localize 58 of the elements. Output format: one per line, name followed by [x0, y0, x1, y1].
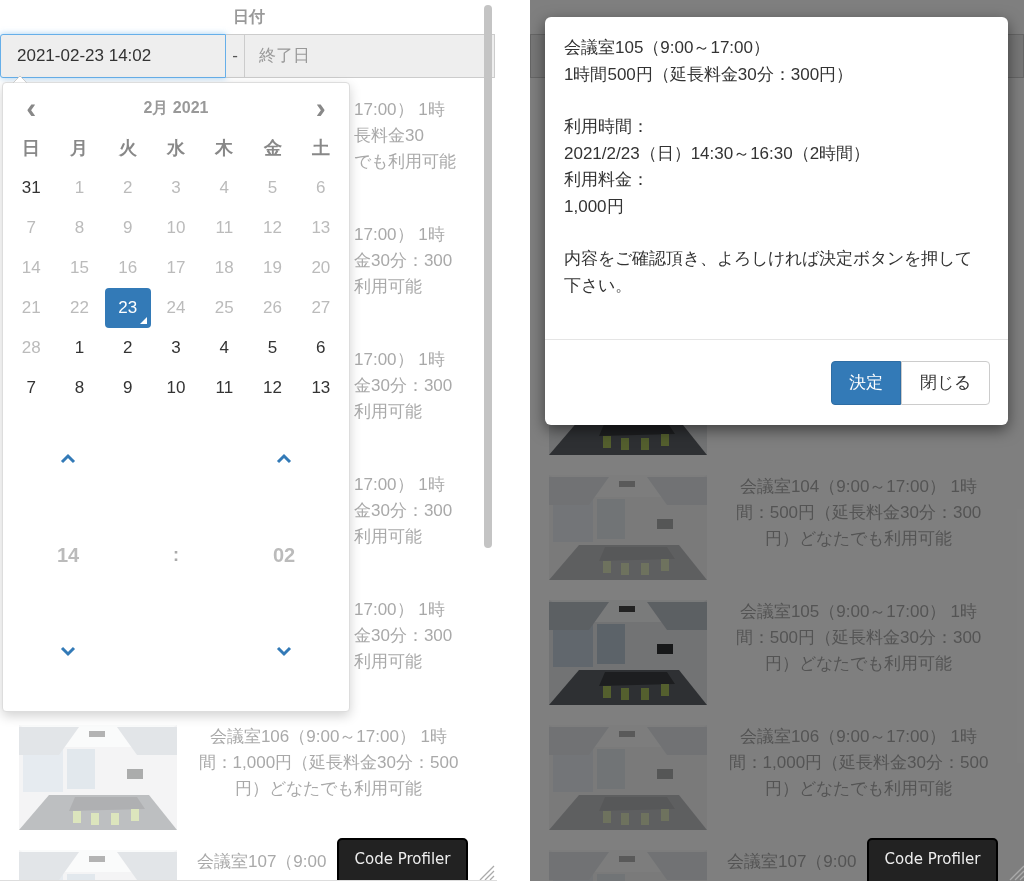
calendar-day[interactable]: 3	[151, 328, 201, 368]
dialog-text: 2021/2/23（日）14:30～16:30（2時間）	[564, 142, 871, 165]
confirm-button[interactable]: 決定	[831, 361, 901, 405]
end-date-field[interactable]: 終了日	[244, 34, 495, 78]
dialog-text: 内容をご確認頂き、よろしければ決定ボタンを押して下さい。	[564, 248, 973, 297]
dialog-text: 1,000円	[564, 195, 624, 218]
calendar-day[interactable]: 12	[248, 368, 297, 408]
dialog-text: 利用料金：	[564, 169, 649, 191]
weekday-label: 金	[263, 136, 282, 160]
chevron-up-icon[interactable]	[60, 453, 76, 465]
time-separator: :	[173, 543, 179, 567]
month-title[interactable]: 2月 2021	[143, 96, 209, 120]
close-button[interactable]: 閉じる	[901, 361, 990, 405]
room-description: 17:00） 1時 金30分：300 利用可能	[354, 224, 453, 298]
dialog-text: 利用時間：	[564, 116, 649, 138]
room-description: 17:00） 1時 長料金30 でも利用可能	[354, 99, 456, 173]
calendar-day[interactable]: 6	[296, 328, 345, 368]
room-description: 会議室106（9:00～17:00） 1時 間：1,000円（延長料金30分：500 円）どなたでも利用可能	[198, 726, 459, 800]
calendar-day[interactable]: 9	[103, 368, 152, 408]
field-label: 日付	[232, 7, 265, 27]
previous-month-button[interactable]: ‹	[26, 93, 37, 123]
calendar-day[interactable]: 2	[103, 328, 152, 368]
calendar-day[interactable]: 7	[7, 368, 56, 408]
calendar-day[interactable]: 11	[200, 368, 249, 408]
calendar-day[interactable]: 4	[200, 328, 249, 368]
resize-grip-icon[interactable]	[1008, 864, 1024, 881]
code-profiler-button[interactable]: Code Profiler	[337, 838, 468, 880]
range-separator: -	[226, 34, 244, 78]
weekday-label: 火	[118, 136, 137, 160]
chevron-down-icon[interactable]	[60, 645, 76, 657]
dialog-text: 1時間500円（延長料金30分：300円）	[564, 63, 854, 86]
next-month-button[interactable]: ›	[315, 93, 326, 123]
weekday-label: 水	[167, 136, 185, 160]
today-marker-icon	[139, 317, 147, 324]
chevron-down-icon[interactable]	[276, 645, 292, 657]
weekday-label: 日	[22, 136, 41, 160]
calendar-day[interactable]: 23	[104, 288, 151, 328]
start-date-field[interactable]: 2021-02-23 14:02	[0, 34, 226, 78]
weekday-label: 月	[70, 136, 89, 160]
calendar-day[interactable]: 8	[55, 368, 104, 408]
calendar-day[interactable]: 13	[296, 368, 345, 408]
room-description: 17:00） 1時 金30分：300 利用可能	[354, 599, 453, 673]
resize-grip-icon[interactable]	[478, 864, 495, 880]
calendar-day[interactable]: 1	[55, 328, 104, 368]
weekday-label: 土	[311, 136, 330, 160]
minute-value[interactable]: 02	[272, 540, 296, 570]
weekday-label: 木	[215, 136, 234, 160]
calendar-day[interactable]: 5	[248, 328, 297, 368]
room-description: 17:00） 1時 金30分：300 利用可能	[354, 349, 453, 423]
dialog-text: 会議室105（9:00～17:00）	[564, 37, 770, 59]
calendar-day[interactable]: 10	[151, 368, 201, 408]
hour-value[interactable]: 14	[56, 540, 80, 570]
room-description: 17:00） 1時 金30分：300 利用可能	[354, 474, 453, 548]
room-description: 会議室107（9:00	[197, 851, 327, 873]
chevron-up-icon[interactable]	[276, 453, 292, 465]
code-profiler-button[interactable]: Code Profiler	[867, 838, 998, 881]
calendar-day[interactable]: 31	[7, 168, 56, 208]
scrollbar[interactable]	[484, 5, 492, 548]
